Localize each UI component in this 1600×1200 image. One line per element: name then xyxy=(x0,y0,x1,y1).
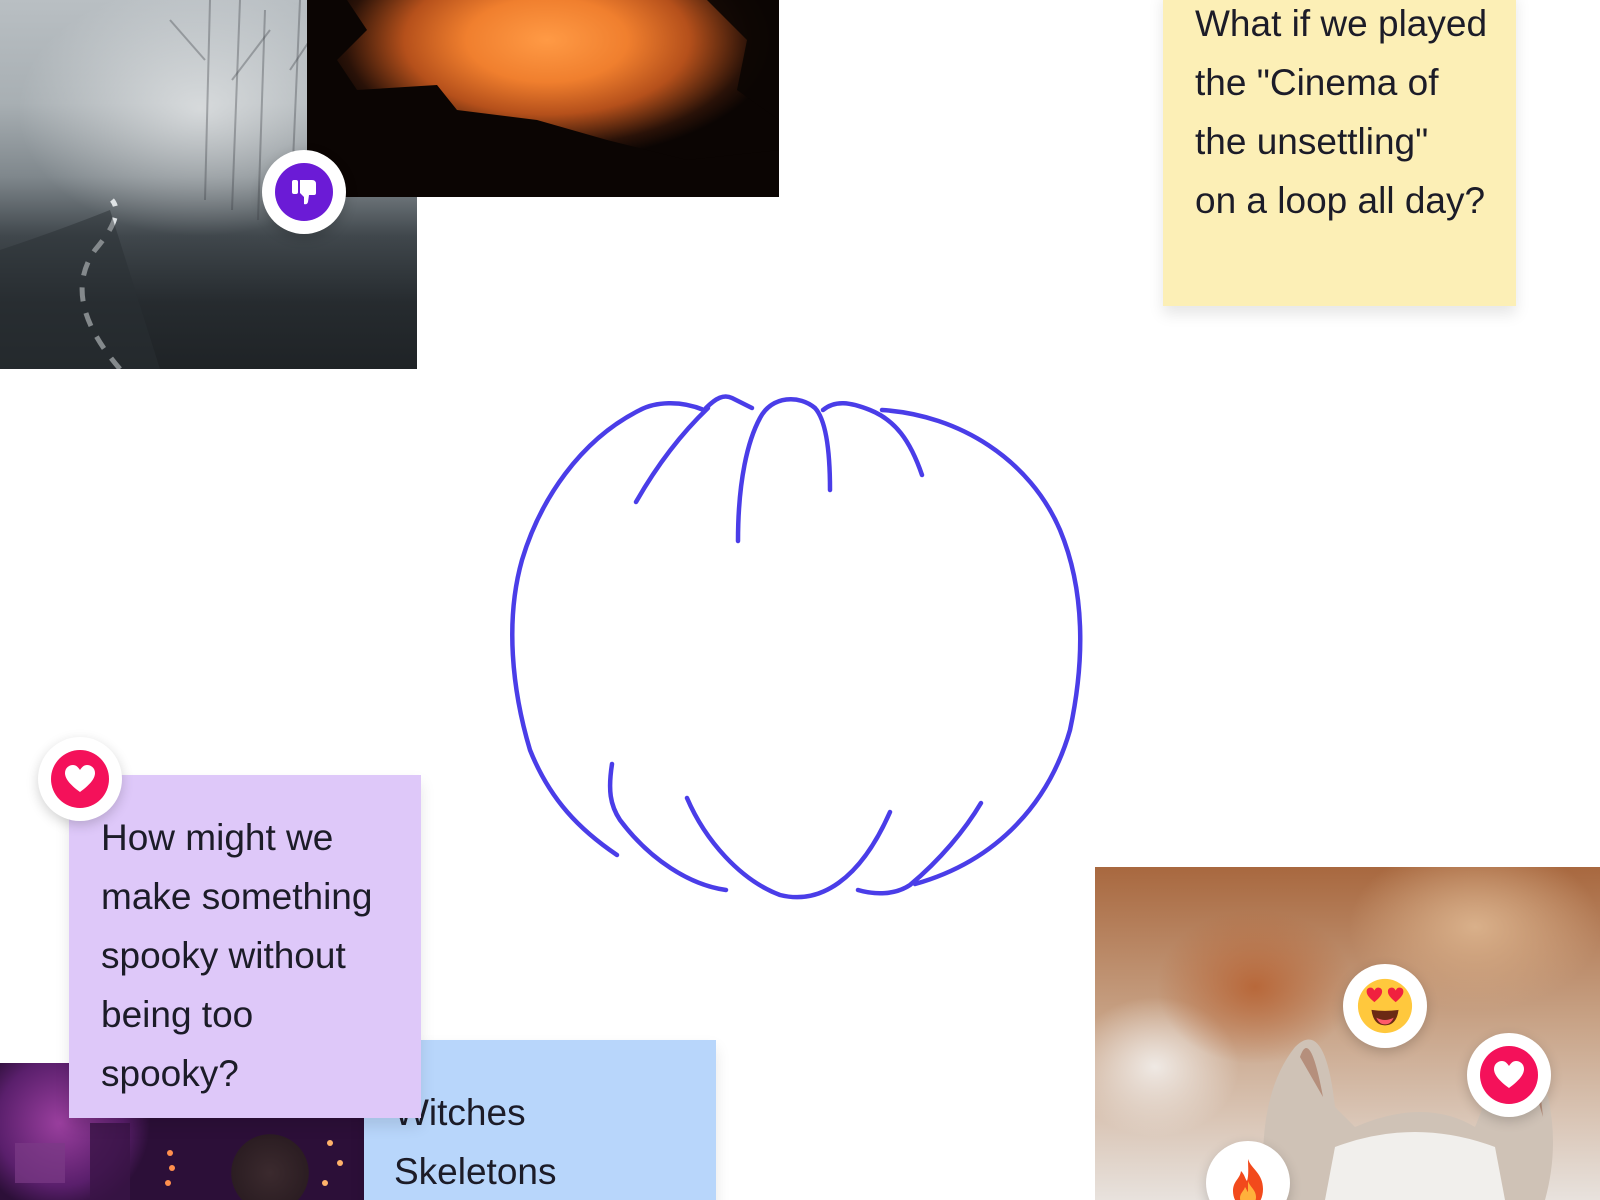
heart-eyes-reaction[interactable] xyxy=(1343,964,1427,1048)
heart-eyes-emoji-icon xyxy=(1356,977,1414,1035)
heart-reaction[interactable] xyxy=(1467,1033,1551,1117)
heart-icon xyxy=(1480,1046,1538,1104)
sunset-silhouette-image xyxy=(307,0,779,197)
sticky-note-text: What if we played the "Cinema of the uns… xyxy=(1195,3,1488,221)
fire-emoji-icon xyxy=(1219,1154,1277,1200)
heart-icon xyxy=(51,750,109,808)
orange-sunset-silhouette-photo[interactable] xyxy=(307,0,779,197)
sticky-note-text: Witches Skeletons xyxy=(394,1092,557,1192)
dog-image xyxy=(1263,1039,1553,1200)
heart-reaction[interactable] xyxy=(38,737,122,821)
sticky-note-text: How might we make something spooky witho… xyxy=(101,817,373,1094)
thumbs-down-icon xyxy=(275,163,333,221)
thumbs-down-reaction[interactable] xyxy=(262,150,346,234)
sticky-note-spooky-question[interactable]: How might we make something spooky witho… xyxy=(69,775,421,1118)
dog-costume-photo[interactable] xyxy=(1095,867,1600,1200)
whiteboard-canvas[interactable]: What if we played the "Cinema of the uns… xyxy=(0,0,1600,1200)
sticky-note-cinema[interactable]: What if we played the "Cinema of the uns… xyxy=(1163,0,1516,306)
